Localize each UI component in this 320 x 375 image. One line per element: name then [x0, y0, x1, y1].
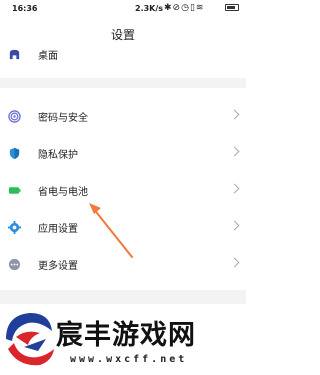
- watermark: 宸丰游戏网 www.wxcff.net: [0, 305, 246, 375]
- brand-logo: [6, 313, 54, 366]
- brand-name: 宸丰游戏网: [56, 320, 196, 351]
- brand-url: www.wxcff.net: [70, 354, 188, 365]
